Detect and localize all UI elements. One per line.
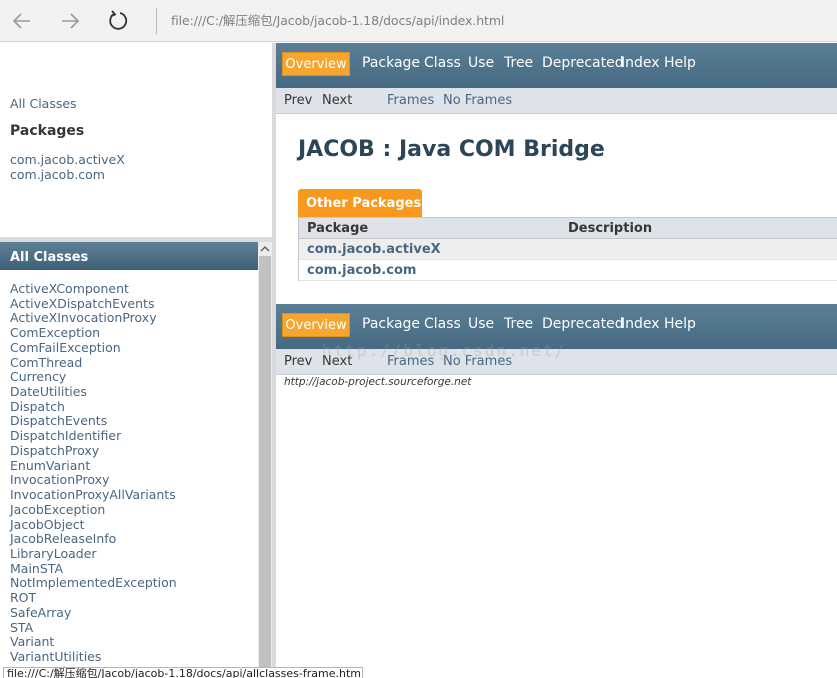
packages-heading: Packages	[10, 123, 85, 139]
nav-package-link[interactable]: Package	[362, 55, 420, 71]
refresh-button[interactable]	[104, 7, 132, 35]
table-row: com.jacob.activeX	[299, 239, 837, 260]
footer-project-link: http://jacob-project.sourceforge.net	[284, 376, 472, 388]
class-link[interactable]: DateUtilities	[10, 384, 177, 400]
nav-package-link[interactable]: Package	[362, 316, 420, 332]
nav-index-link[interactable]: Index	[621, 316, 660, 332]
refresh-icon	[109, 10, 128, 30]
frames-link[interactable]: Frames	[387, 93, 434, 108]
nav-overview-tab[interactable]: Overview	[282, 52, 350, 76]
class-link[interactable]: InvocationProxy	[10, 473, 177, 488]
package-list: com.jacob.activeX com.jacob.com	[10, 152, 125, 183]
prev-text: Prev	[284, 93, 313, 108]
class-link[interactable]: ActiveXInvocationProxy	[10, 311, 177, 326]
class-link[interactable]: InvocationProxyAllVariants	[10, 487, 177, 503]
arrow-right-icon	[62, 13, 80, 29]
package-row-link[interactable]: com.jacob.com	[307, 263, 416, 278]
address-bar[interactable]: file:///C:/解压缩包/Jacob/jacob-1.18/docs/ap…	[171, 10, 504, 29]
nav-index-link[interactable]: Index	[621, 55, 660, 71]
class-link[interactable]: JacobReleaseInfo	[10, 531, 177, 547]
nav-use-link[interactable]: Use	[468, 316, 494, 332]
class-link[interactable]: LibraryLoader	[10, 546, 177, 562]
package-link[interactable]: com.jacob.activeX	[10, 152, 125, 168]
class-link[interactable]: DispatchProxy	[10, 443, 177, 459]
class-link[interactable]: Dispatch	[10, 399, 177, 415]
table-row: com.jacob.com	[299, 260, 837, 281]
table-header: Package Description	[299, 217, 837, 239]
class-link[interactable]: ComThread	[10, 355, 177, 371]
scrollbar-thumb[interactable]	[259, 256, 271, 678]
next-text: Next	[322, 93, 353, 108]
class-link[interactable]: MainSTA	[10, 561, 177, 577]
no-frames-link[interactable]: No Frames	[443, 93, 512, 108]
class-link[interactable]: ComFailException	[10, 340, 177, 356]
nav-use-link[interactable]: Use	[468, 55, 494, 71]
nav-tree-link[interactable]: Tree	[504, 316, 533, 332]
prev-text: Prev	[284, 354, 313, 369]
watermark: http://blog.csdn.net/	[322, 341, 567, 360]
browser-toolbar: file:///C:/解压缩包/Jacob/jacob-1.18/docs/ap…	[0, 0, 837, 42]
nav-help-link[interactable]: Help	[664, 55, 696, 71]
package-row-link[interactable]: com.jacob.activeX	[307, 242, 441, 257]
page-title: JACOB : Java COM Bridge	[298, 137, 605, 162]
class-link[interactable]: NotImplementedException	[10, 576, 177, 591]
class-link[interactable]: ComException	[10, 325, 177, 341]
main-frame: Overview Package Class Use Tree Deprecat…	[276, 43, 837, 678]
nav-class-link[interactable]: Class	[424, 55, 461, 71]
other-packages-caption: Other Packages	[298, 189, 422, 217]
scroll-up-button[interactable]	[258, 242, 272, 256]
arrow-left-icon	[12, 13, 30, 29]
nav-help-link[interactable]: Help	[664, 316, 696, 332]
class-link[interactable]: Currency	[10, 370, 177, 385]
package-link[interactable]: com.jacob.com	[10, 167, 125, 183]
all-classes-link[interactable]: All Classes	[10, 96, 77, 111]
class-link[interactable]: ActiveXComponent	[10, 281, 177, 297]
class-link[interactable]: DispatchEvents	[10, 414, 177, 429]
description-column-header: Description	[568, 221, 653, 236]
class-list: ActiveXComponent ActiveXDispatchEvents Act…	[10, 281, 177, 678]
class-link[interactable]: JacobException	[10, 502, 177, 518]
classes-frame: All Classes ActiveXComponent ActiveXDispa…	[0, 242, 272, 678]
class-link[interactable]: SafeArray	[10, 605, 177, 621]
nav-tree-link[interactable]: Tree	[504, 55, 533, 71]
nav-overview-tab[interactable]: Overview	[282, 313, 350, 337]
status-bar-url: file:///C:/解压缩包/Jacob/jacob-1.18/docs/ap…	[3, 667, 363, 678]
top-navbar: Overview Package Class Use Tree Deprecat…	[276, 43, 837, 88]
nav-deprecated-link[interactable]: Deprecated	[542, 55, 624, 71]
class-link[interactable]: ROT	[10, 590, 177, 606]
top-subnav: Prev Next Frames No Frames	[276, 88, 837, 114]
nav-deprecated-link[interactable]: Deprecated	[542, 316, 624, 332]
class-link[interactable]: JacobObject	[10, 517, 177, 533]
class-link[interactable]: STA	[10, 620, 177, 636]
class-link[interactable]: DispatchIdentifier	[10, 428, 177, 444]
class-link[interactable]: VariantUtilities	[10, 649, 177, 665]
toolbar-divider	[156, 8, 157, 34]
all-classes-heading: All Classes	[0, 242, 258, 270]
forward-button[interactable]	[56, 7, 84, 35]
nav-class-link[interactable]: Class	[424, 316, 461, 332]
back-button[interactable]	[8, 7, 36, 35]
class-link[interactable]: EnumVariant	[10, 458, 177, 474]
class-link[interactable]: Variant	[10, 635, 177, 650]
class-link[interactable]: ActiveXDispatchEvents	[10, 296, 177, 312]
package-column-header: Package	[307, 221, 369, 236]
chevron-up-icon	[260, 246, 270, 252]
packages-table: Package Description com.jacob.activeX co…	[298, 217, 837, 281]
packages-frame: All Classes Packages com.jacob.activeX c…	[0, 43, 272, 238]
